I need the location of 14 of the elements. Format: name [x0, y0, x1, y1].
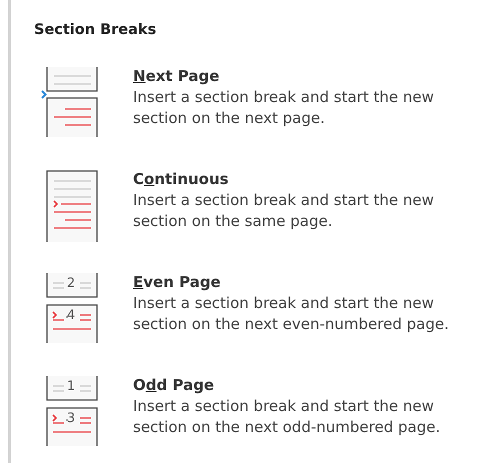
- item-description: Insert a section break and start the new section on the next odd-numbered page.: [133, 396, 442, 438]
- menu-item[interactable]: 2 4 Even Page Insert a section break and start the new section on the next even-numbered page.: [40, 271, 483, 357]
- menu-item[interactable]: 1 3 Odd Page Insert a section break and start the new section on the next odd-numbered page.: [40, 374, 483, 460]
- item-description: Insert a section break and start the new section on the next page.: [133, 87, 435, 129]
- item-title: Even Page: [133, 272, 222, 293]
- menu-header: Section Breaks: [34, 22, 156, 38]
- menu-item[interactable]: Next Page Insert a section break and start the new section on the next page.: [40, 65, 483, 151]
- item-title: Odd Page: [133, 375, 216, 396]
- next-page-break-icon: [40, 67, 98, 139]
- menu-item[interactable]: Continuous Insert a section break and start the new section on the same page.: [40, 168, 483, 254]
- item-title: Continuous: [133, 169, 230, 190]
- item-description: Insert a section break and start the new section on the same page.: [133, 190, 435, 232]
- item-description: Insert a section break and start the new section on the next even-numbered page.: [133, 293, 450, 335]
- item-title: Next Page: [133, 66, 220, 87]
